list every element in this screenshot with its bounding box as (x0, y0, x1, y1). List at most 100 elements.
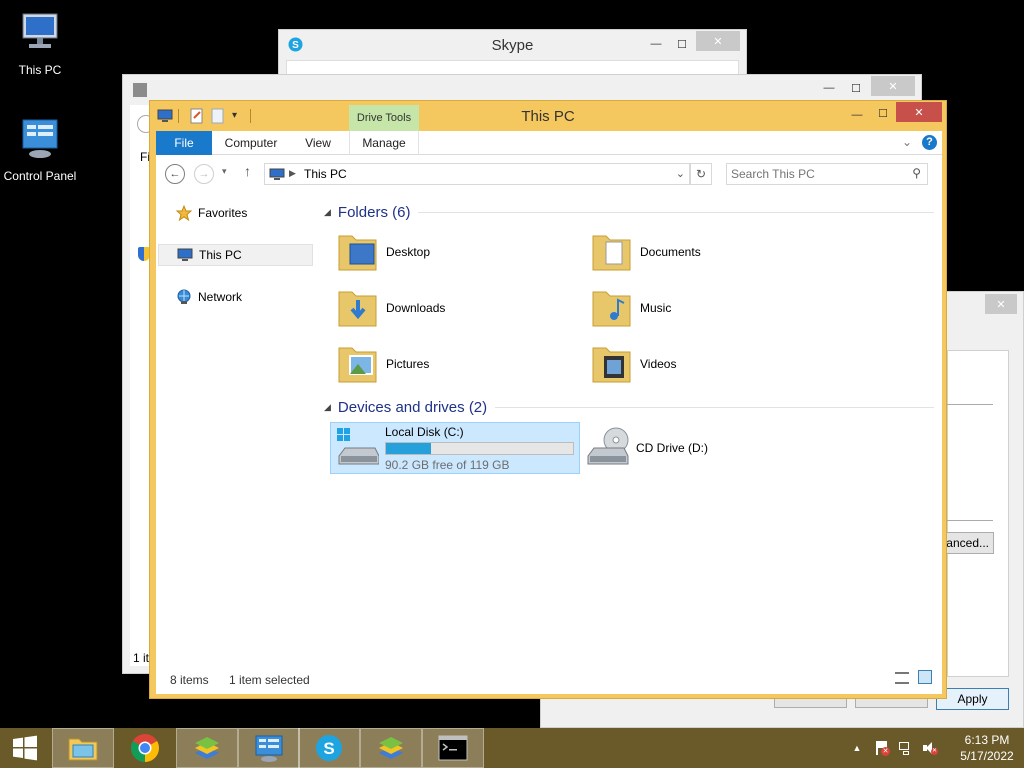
dialog-panel (947, 350, 1009, 677)
taskbar-control-panel[interactable] (238, 728, 300, 768)
volume-muted-icon[interactable]: ✕ (922, 740, 938, 756)
taskbar-chrome[interactable] (114, 728, 176, 768)
recent-locations-icon[interactable]: ▾ (222, 166, 227, 177)
clock-date: 5/17/2022 (960, 749, 1014, 763)
expand-ribbon-icon[interactable]: ⌄ (902, 135, 912, 149)
command-prompt-icon (438, 735, 468, 761)
group-title: Devices and drives (2) (337, 398, 488, 416)
window-title: This PC (521, 108, 575, 125)
help-icon[interactable]: ? (922, 135, 937, 150)
computer-icon (177, 248, 193, 261)
desktop-icon-label: Control Panel (3, 169, 77, 183)
folder-music[interactable]: Music (590, 282, 840, 334)
divider (947, 520, 993, 521)
folder-label: Desktop (386, 245, 431, 259)
address-bar[interactable]: ▶ This PC ⌄ (264, 163, 690, 185)
taskbar: S ▲ ✕ ✕ 6:13 PM 5/17/2022 (0, 728, 1024, 768)
taskbar-bluestacks[interactable] (176, 728, 238, 768)
drive-usage-bar (385, 441, 574, 455)
drive-local-disk-c[interactable]: Local Disk (C:) 90.2 GB free of 119 GB (330, 422, 580, 474)
start-button[interactable] (0, 728, 50, 768)
explorer-window[interactable]: ▾ Drive Tools This PC — ☐ ✕ File Compute… (149, 100, 947, 699)
breadcrumb[interactable]: This PC (304, 167, 347, 181)
skype-icon: S (316, 735, 342, 761)
svg-text:S: S (323, 739, 334, 758)
bluestacks-icon (195, 737, 219, 759)
minimize-button[interactable]: — (844, 105, 870, 125)
large-icons-view-button[interactable] (918, 670, 932, 684)
folder-desktop[interactable]: Desktop (336, 226, 586, 278)
bluestacks-icon (379, 737, 403, 759)
taskbar-skype[interactable]: S (298, 728, 360, 768)
action-center-icon[interactable]: ✕ (874, 740, 890, 756)
address-dropdown-icon[interactable]: ⌄ (676, 167, 685, 180)
system-tray: ▲ ✕ ✕ 6:13 PM 5/17/2022 (848, 728, 1022, 768)
folder-label: Documents (640, 245, 701, 259)
tab-view[interactable]: View (296, 131, 340, 155)
hard-drive-icon (337, 428, 379, 465)
maximize-button[interactable]: ☐ (843, 78, 869, 98)
tab-computer[interactable]: Computer (216, 131, 286, 155)
content-area: Favorites This PC Network ◢ Folders (6) … (156, 192, 942, 694)
desktop-icon-this-pc[interactable]: This PC (0, 10, 80, 77)
control-panel-icon (255, 735, 283, 762)
taskbar-file-explorer[interactable] (52, 728, 114, 768)
folder-label: Downloads (386, 301, 446, 315)
forward-button[interactable]: → (194, 164, 214, 184)
tab-manage[interactable]: Manage (349, 131, 419, 155)
windows-logo-icon (13, 735, 37, 761)
folder-label: Pictures (386, 357, 430, 371)
taskbar-command-prompt[interactable] (422, 728, 484, 768)
network-icon (177, 289, 191, 304)
close-button[interactable]: ✕ (896, 102, 942, 122)
chrome-icon (131, 734, 159, 762)
nav-item-this-pc[interactable]: This PC (158, 244, 313, 266)
close-button[interactable]: ✕ (871, 76, 915, 96)
control-panel-icon (22, 119, 58, 158)
network-status-icon[interactable] (898, 740, 914, 756)
search-box[interactable]: ⚲ (726, 163, 928, 185)
minimize-button[interactable]: — (816, 78, 842, 98)
folder-pictures-icon (338, 347, 377, 383)
minimize-button[interactable]: — (643, 34, 669, 54)
search-input[interactable] (731, 166, 901, 182)
clock[interactable]: 6:13 PM 5/17/2022 (952, 732, 1022, 764)
left-text: 1 it (133, 651, 150, 665)
drive-label: Local Disk (C:) (385, 424, 464, 439)
folder-downloads[interactable]: Downloads (336, 282, 586, 334)
maximize-button[interactable]: ☐ (669, 34, 695, 54)
collapse-icon: ◢ (324, 401, 331, 412)
nav-item-favorites[interactable]: Favorites (158, 203, 313, 223)
back-button[interactable]: ← (165, 164, 185, 184)
up-button[interactable]: ↑ (244, 163, 251, 179)
folder-videos[interactable]: Videos (590, 338, 840, 390)
tab-file[interactable]: File (156, 131, 212, 155)
clock-time: 6:13 PM (964, 733, 1010, 747)
group-divider (418, 211, 934, 213)
cd-drive-icon (587, 427, 629, 465)
close-button[interactable]: ✕ (985, 294, 1017, 314)
search-icon[interactable]: ⚲ (912, 166, 921, 180)
nav-item-network[interactable]: Network (158, 287, 313, 307)
refresh-button[interactable]: ↻ (690, 163, 712, 185)
folder-documents[interactable]: Documents (590, 226, 840, 278)
folders-group-header[interactable]: ◢ Folders (6) (324, 202, 934, 222)
drive-cd-d[interactable]: CD Drive (D:) (586, 422, 836, 474)
folder-label: Music (640, 301, 672, 315)
computer-icon (22, 13, 58, 48)
folder-music-icon (592, 291, 631, 327)
details-view-button[interactable] (895, 672, 909, 684)
ribbon-tabs: File Computer View Manage ⌄ ? (156, 131, 942, 155)
desktop-icon-label: This PC (18, 63, 62, 77)
desktop-icon-control-panel[interactable]: Control Panel (0, 116, 80, 183)
close-button[interactable]: ✕ (696, 31, 740, 51)
title-bar[interactable]: ▾ Drive Tools This PC — ☐ ✕ (150, 101, 946, 131)
taskbar-bluestacks-2[interactable] (360, 728, 422, 768)
navigation-pane: Favorites This PC Network (156, 192, 316, 662)
group-divider (495, 406, 934, 408)
maximize-button[interactable]: ☐ (870, 103, 896, 123)
folder-label: Videos (640, 357, 677, 371)
folder-pictures[interactable]: Pictures (336, 338, 586, 390)
show-hidden-icons-button[interactable]: ▲ (848, 743, 866, 753)
devices-group-header[interactable]: ◢ Devices and drives (2) (324, 397, 934, 417)
